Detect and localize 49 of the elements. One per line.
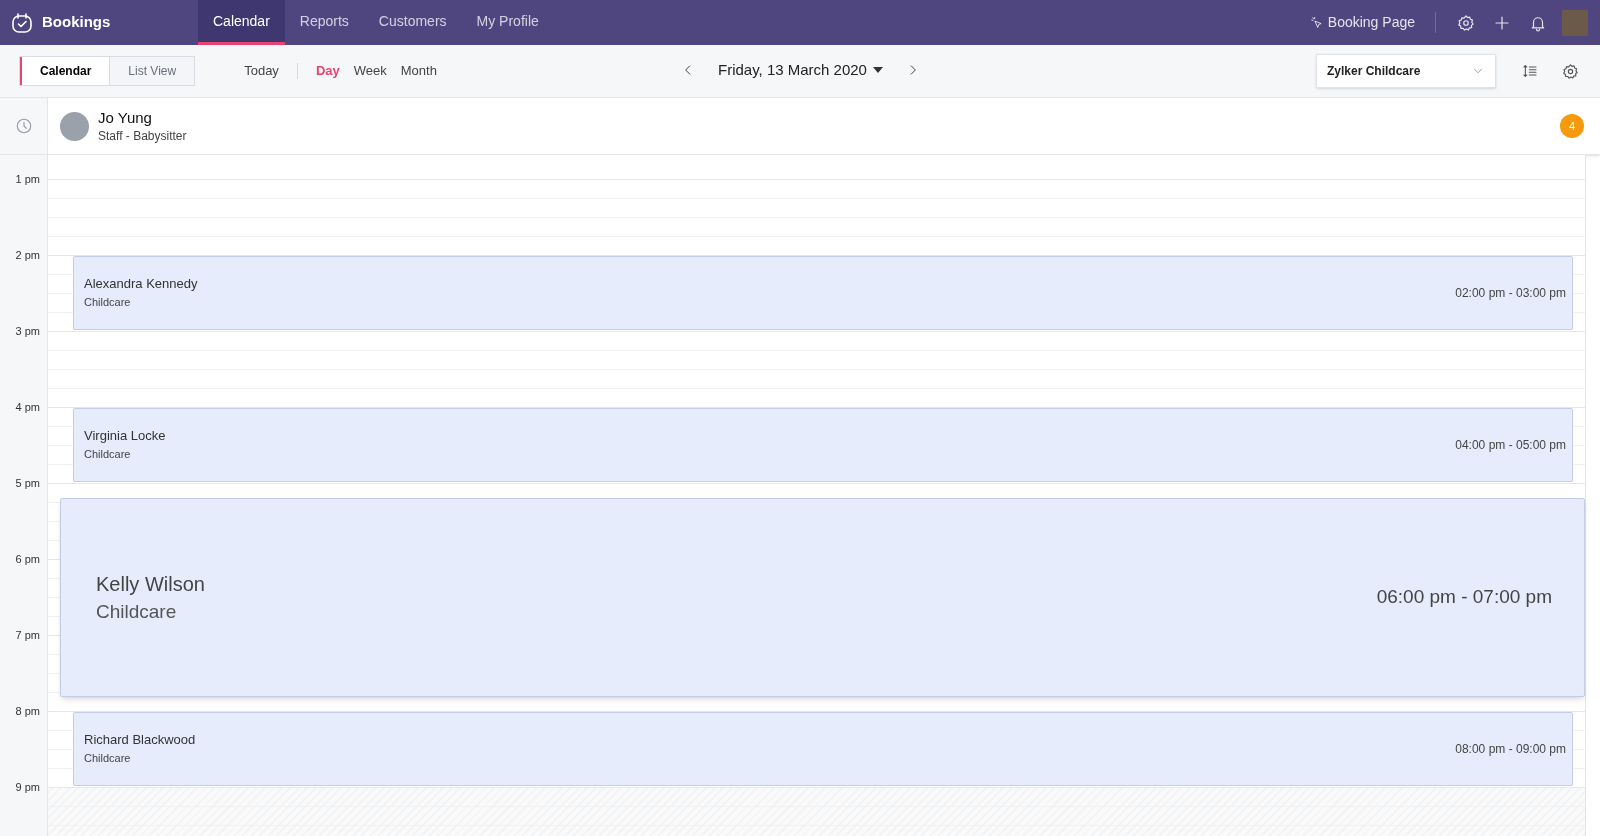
customer-name: Kelly Wilson xyxy=(96,571,205,597)
booking-count-badge: 4 xyxy=(1560,114,1584,138)
customer-name: Alexandra Kennedy xyxy=(84,275,198,293)
service-name: Childcare xyxy=(84,447,132,462)
appointment-time: 06:00 pm - 07:00 pm xyxy=(1376,585,1552,610)
caret-icon xyxy=(872,67,883,73)
clock-icon xyxy=(14,117,33,135)
hour-label: 4 pm xyxy=(15,400,40,415)
appointment-card[interactable]: Richard Blackwood Childcare 08:00 pm - 09:00 pm xyxy=(73,712,1573,786)
date-picker[interactable]: Friday, 13 March 2020 xyxy=(718,58,883,82)
hour-label: 1 pm xyxy=(15,172,40,187)
nav-tab[interactable]: Calendar xyxy=(198,0,285,45)
today-button[interactable]: Today xyxy=(240,61,283,81)
customer-name: Richard Blackwood xyxy=(84,731,196,749)
workspace-dropdown[interactable]: Zylker Childcare xyxy=(1316,54,1496,88)
appointment-time: 08:00 pm - 09:00 pm xyxy=(1455,741,1566,758)
booking-page-link[interactable]: Booking Page xyxy=(1309,12,1436,33)
customer-name: Virginia Locke xyxy=(84,427,166,445)
service-name: Childcare xyxy=(84,751,132,766)
appointment-time: 04:00 pm - 05:00 pm xyxy=(1455,437,1566,454)
hour-label: 5 pm xyxy=(15,476,40,491)
line-spacing-icon xyxy=(1522,63,1538,79)
range-tab[interactable]: Week xyxy=(349,61,391,81)
nav-tab[interactable]: Customers xyxy=(363,0,462,45)
nav-tab[interactable]: My Profile xyxy=(461,0,554,45)
service-name: Childcare xyxy=(96,599,178,624)
hour-label: 8 pm xyxy=(15,704,40,719)
appointment-card[interactable]: Virginia Locke Childcare 04:00 pm - 05:00 pm xyxy=(73,408,1573,482)
appointment-card[interactable]: Alexandra Kennedy Childcare 02:00 pm - 03:00 pm xyxy=(73,256,1573,330)
hour-label: 7 pm xyxy=(15,628,40,643)
range-tab[interactable]: Day xyxy=(311,61,344,81)
hour-label: 9 pm xyxy=(15,780,40,795)
staff-role: Staff - Babysitter xyxy=(98,128,187,144)
range-tab[interactable]: Month xyxy=(396,61,441,81)
calendar-check-icon xyxy=(10,10,34,35)
appointment-time: 02:00 pm - 03:00 pm xyxy=(1455,285,1566,302)
staff-name: Jo Yung xyxy=(98,108,153,128)
view-toggle-tab[interactable]: List View xyxy=(109,57,195,85)
nav-tab[interactable]: Reports xyxy=(284,0,364,45)
settings-icon xyxy=(1561,62,1579,80)
hour-label: 2 pm xyxy=(15,248,40,263)
appointment-card[interactable]: Kelly Wilson Childcare 06:00 pm - 07:00 pm xyxy=(60,498,1585,697)
cursor-click-icon xyxy=(1309,15,1324,30)
service-name: Childcare xyxy=(84,295,132,310)
hour-label: 6 pm xyxy=(15,552,40,567)
settings-icon xyxy=(1457,13,1475,32)
hour-label: 3 pm xyxy=(15,324,40,339)
app-name: Bookings xyxy=(42,12,111,33)
staff-avatar xyxy=(60,111,89,141)
